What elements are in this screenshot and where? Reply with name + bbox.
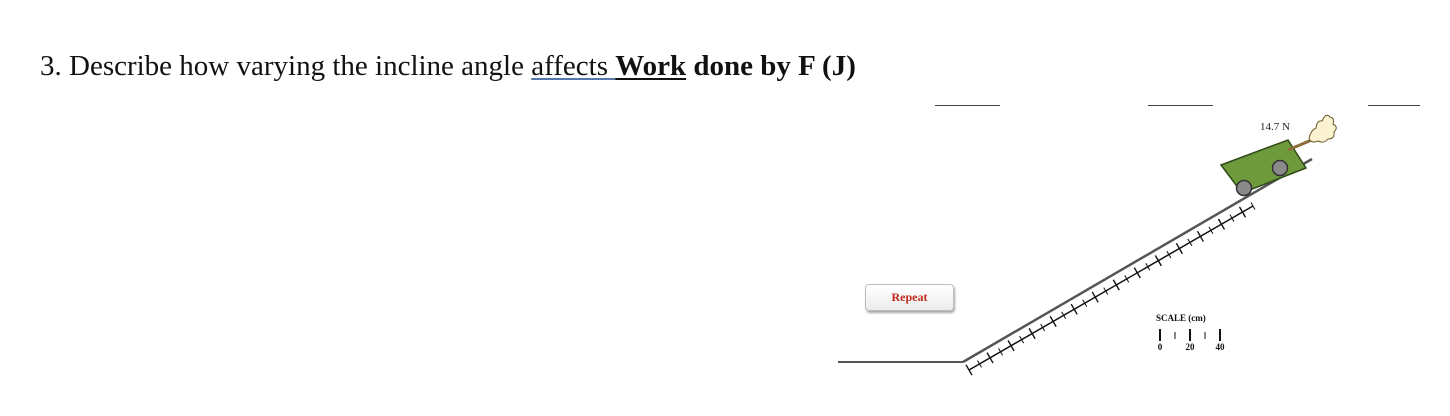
ruler-tick [1154,255,1162,267]
scale-label-40: 40 [1216,342,1226,352]
ramp-surface [962,157,1313,364]
scale-label-0: 0 [1158,342,1163,352]
cart-wheel-rear [1235,179,1253,197]
scale-title: SCALE (cm) [1156,313,1206,323]
ruler-tick [1091,291,1099,303]
ruler-tick [1133,267,1141,279]
scale-label-20: 20 [1186,342,1196,352]
hand-shape [1308,114,1337,143]
ruler-tick [1028,328,1036,340]
ruler-tick [1217,218,1226,230]
ruler-tick [1070,303,1078,315]
ramp-ruler [965,202,1256,376]
ruler-tick [1007,340,1015,352]
scale-key: SCALE (cm) 0 20 40 [1156,313,1225,352]
repeat-button[interactable]: Repeat [865,284,954,311]
ruler-tick [1238,206,1247,218]
force-label: 14.7 N [1260,121,1290,133]
cart-wheel-front [1271,159,1289,177]
ruler-tick [1175,242,1183,255]
incline-simulation: 14.7 N SCALE (cm) 0 20 40 [838,114,1337,376]
cart [1219,137,1315,197]
ruler-tick [1196,230,1205,242]
ruler-tick [1112,279,1120,291]
ruler-tick [965,364,973,376]
ruler-tick [986,352,994,364]
hand-icon [1308,114,1337,143]
ruler-tick [1049,315,1057,327]
